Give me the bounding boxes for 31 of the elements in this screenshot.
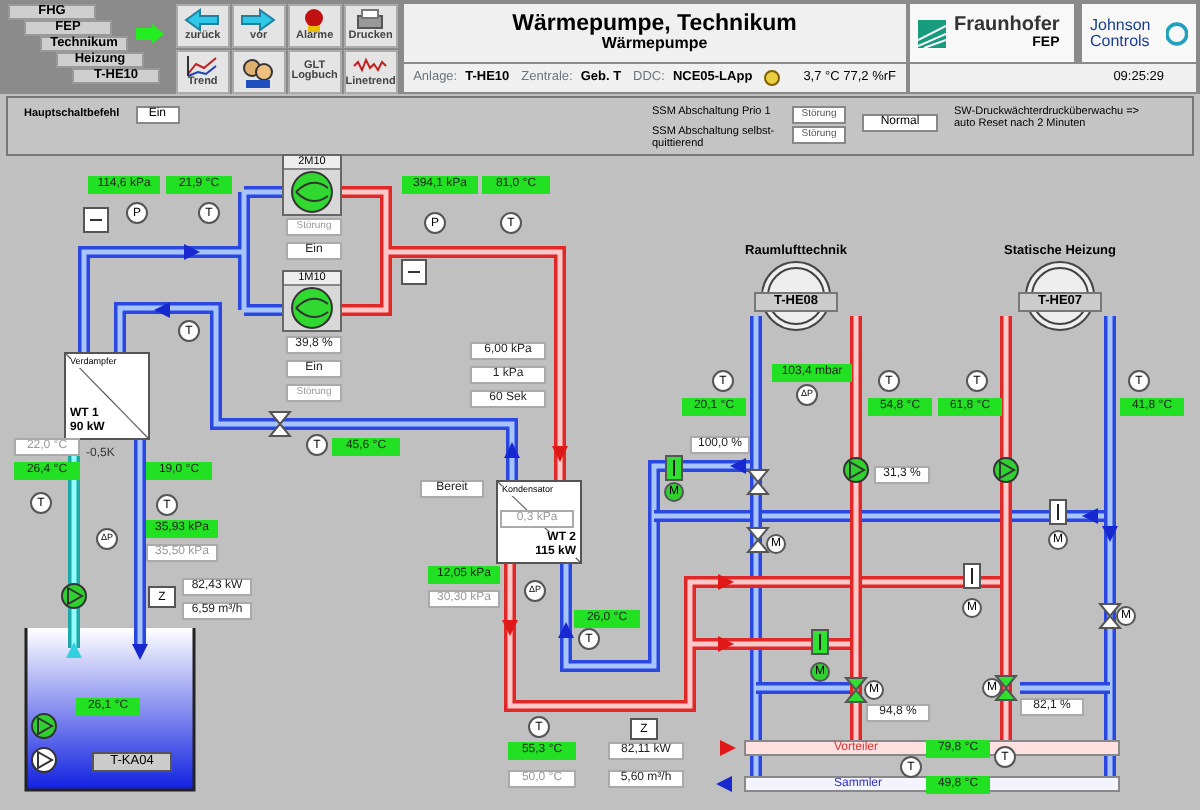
left-arrow-icon [184, 8, 221, 33]
page-title: Wärmepumpe, Technikum [510, 11, 799, 37]
compressor-icon [290, 286, 334, 330]
arrow-icon [136, 24, 164, 44]
flow-arrow [716, 776, 732, 792]
weather-icon [764, 70, 783, 86]
printer-icon [352, 8, 389, 33]
users-button[interactable] [231, 50, 286, 94]
flow-arrow [154, 302, 170, 318]
flow-arrow [132, 644, 148, 660]
logo-text: Fraunhofer [954, 14, 1060, 37]
people-icon [240, 55, 277, 89]
meter-icon [83, 207, 109, 233]
flow-arrow [730, 458, 746, 474]
logo-text: Johnson Controls [1090, 17, 1153, 49]
logo-icon [1166, 19, 1188, 47]
flow-arrow [558, 622, 574, 638]
flow-arrow [718, 636, 734, 652]
flow-arrow [66, 642, 82, 658]
meter-icon [401, 259, 427, 285]
flow-arrow [552, 446, 568, 462]
flow-arrow [502, 620, 518, 636]
page-subtitle: Wärmepumpe [601, 36, 710, 55]
flow-arrow [504, 442, 520, 458]
flow-arrow [718, 574, 734, 590]
compressor-icon [290, 170, 334, 214]
flow-arrow [184, 244, 200, 260]
line-chart-icon [184, 54, 221, 79]
flow-arrow [720, 740, 736, 756]
right-arrow-icon [240, 8, 277, 33]
logo-icon [918, 19, 946, 47]
